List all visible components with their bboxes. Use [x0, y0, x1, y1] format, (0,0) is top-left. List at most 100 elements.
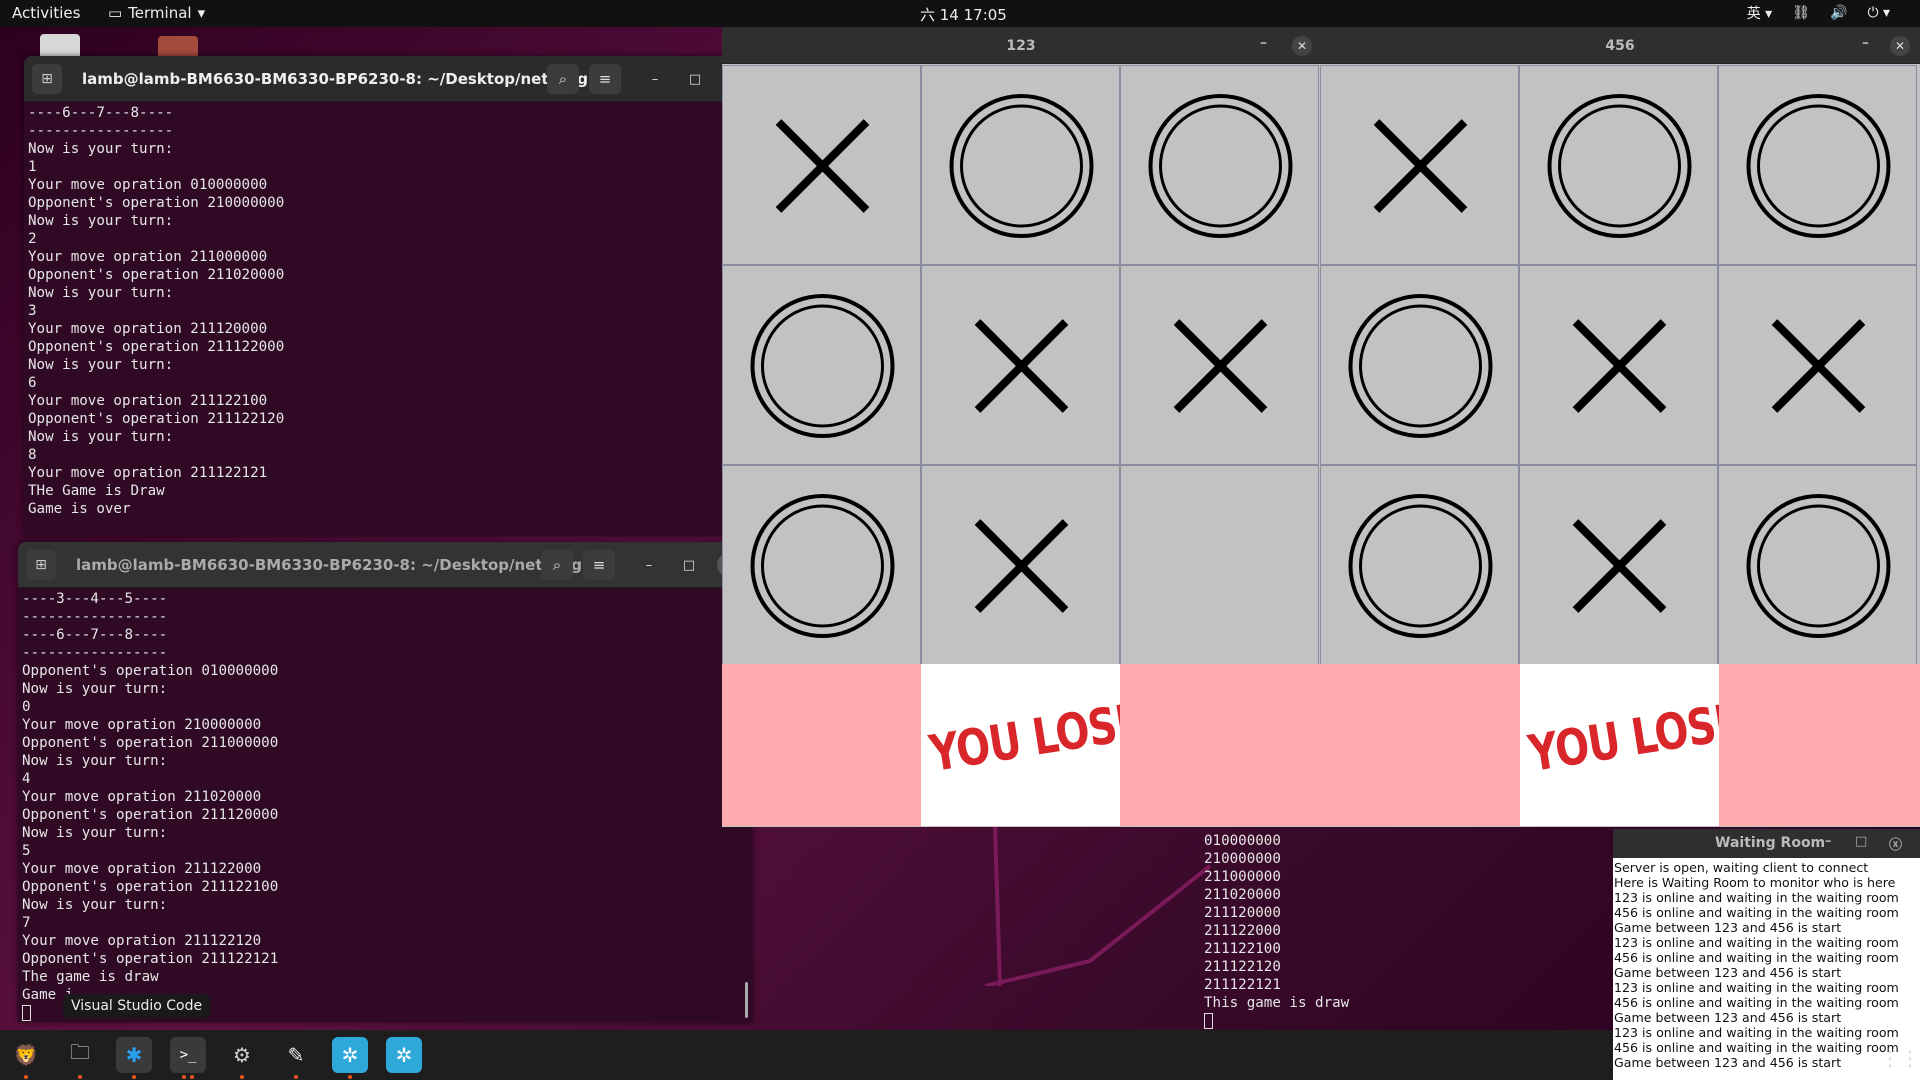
- you-lose-banner: YOU LOSE!: [1524, 690, 1719, 784]
- status-cell-left: [1320, 664, 1520, 826]
- board-cell-3[interactable]: [1320, 265, 1519, 465]
- game-window-123[interactable]: 123 – ✕ YOU LOSE!: [722, 27, 1320, 827]
- o-mark-icon: [1547, 94, 1692, 238]
- terminal-line: Opponent's operation 210000000: [28, 195, 285, 211]
- board-cell-1[interactable]: [1519, 65, 1718, 265]
- scrollbar[interactable]: [745, 982, 748, 1018]
- terminal-window-top[interactable]: ⊞ lamb@lamb-BM6630-BM6330-BP6230-8: ~/De…: [24, 56, 758, 536]
- log-line: Game between 123 and 456 is start: [1614, 920, 1842, 935]
- you-lose-banner: YOU LOSE!: [925, 690, 1120, 784]
- terminal-icon[interactable]: >_: [170, 1037, 206, 1079]
- app-menu[interactable]: ▭ Terminal ▾: [108, 4, 205, 22]
- board-cell-7[interactable]: [921, 465, 1120, 665]
- waiting-room-header: Waiting Room – □ ⓧ: [1613, 829, 1920, 858]
- terminal-line: ----6---7---8----: [28, 105, 174, 121]
- terminal-line: 5: [22, 843, 31, 859]
- x-mark-icon: [974, 319, 1069, 413]
- minimize-button[interactable]: –: [637, 553, 661, 577]
- brave-browser-icon[interactable]: 🦁: [8, 1037, 44, 1079]
- inkscape-icon[interactable]: ✎: [278, 1037, 314, 1079]
- log-line: 456 is online and waiting in the waiting…: [1614, 950, 1899, 965]
- terminal-line: The game is draw: [22, 969, 159, 985]
- minimize-button[interactable]: –: [1862, 35, 1869, 51]
- search-button[interactable]: ⌕: [541, 550, 573, 580]
- waiting-room-title: Waiting Room: [1715, 835, 1826, 851]
- close-button[interactable]: ✕: [1890, 36, 1910, 56]
- terminal-title: lamb@lamb-BM6630-BM6330-BP6230-8: ~/Desk…: [82, 70, 611, 88]
- maximize-button[interactable]: □: [683, 67, 707, 91]
- vscode-icon[interactable]: ✱: [116, 1037, 152, 1079]
- maximize-button[interactable]: □: [677, 553, 701, 577]
- board-cell-4[interactable]: [1519, 265, 1718, 465]
- close-button[interactable]: ⓧ: [1889, 834, 1902, 853]
- terminal-line: 0: [22, 699, 31, 715]
- game-window-header: 456 – ✕: [1320, 27, 1920, 64]
- game-window-456[interactable]: 456 – ✕ YOU LOSE!: [1320, 27, 1920, 827]
- terminal-line: Now is your turn:: [28, 357, 174, 373]
- board-cell-1[interactable]: [921, 65, 1120, 265]
- board-cell-6[interactable]: [722, 465, 921, 665]
- files-icon[interactable]: 🗀: [62, 1037, 98, 1079]
- close-icon: ✕: [1894, 39, 1906, 53]
- board-cell-8[interactable]: [1718, 465, 1917, 665]
- board-cell-5[interactable]: [1120, 265, 1319, 465]
- minimize-button[interactable]: –: [1825, 834, 1832, 849]
- terminal-line: 8: [28, 447, 37, 463]
- terminal-line: ----6---7---8----: [22, 627, 168, 643]
- terminal-line: Now is your turn:: [28, 213, 174, 229]
- result-cell: YOU LOSE!: [921, 664, 1120, 826]
- maximize-button[interactable]: □: [1855, 834, 1867, 849]
- terminal-output[interactable]: ----3---4---5---- ----------------- ----6-…: [18, 588, 752, 1021]
- server-line: 211122000: [1204, 923, 1281, 939]
- system-tray[interactable]: 英 ▾ ⛓ 🔊 ⏻ ▾: [1747, 3, 1890, 23]
- board-cell-8[interactable]: [1120, 465, 1319, 665]
- show-applications-icon[interactable]: ⋮⋮⋮: [1880, 1046, 1920, 1070]
- new-tab-button[interactable]: ⊞: [26, 550, 56, 580]
- terminal-line: -----------------: [22, 609, 168, 625]
- terminal-line: Now is your turn:: [22, 681, 168, 697]
- clock[interactable]: 六 14 17:05: [920, 4, 1007, 25]
- board-cell-3[interactable]: [722, 265, 921, 465]
- server-terminal-output[interactable]: 010000000 210000000 211000000 211020000 2111…: [1204, 832, 1604, 1032]
- board-cell-7[interactable]: [1519, 465, 1718, 665]
- terminal-line: Now is your turn:: [22, 825, 168, 841]
- new-tab-button[interactable]: ⊞: [32, 64, 62, 94]
- x-mark-icon: [775, 119, 870, 213]
- terminal-output[interactable]: ----6---7---8---- ----------------- Now is…: [24, 102, 758, 518]
- close-button[interactable]: ✕: [1292, 36, 1312, 56]
- terminal-line: -----------------: [22, 645, 168, 661]
- board-cell-5[interactable]: [1718, 265, 1917, 465]
- network-app-icon[interactable]: ✲: [332, 1037, 368, 1079]
- minimize-button[interactable]: –: [643, 67, 667, 91]
- settings-icon[interactable]: ⚙: [224, 1037, 260, 1079]
- volume-icon[interactable]: 🔊: [1830, 5, 1847, 21]
- board-cell-0[interactable]: [722, 65, 921, 265]
- terminal-icon: ▭: [108, 4, 123, 22]
- terminal-window-bottom[interactable]: ⊞ lamb@lamb-BM6630-BM6330-BP6230-8: ~/De…: [18, 542, 752, 1022]
- menu-button[interactable]: ≡: [583, 550, 615, 580]
- game-window-title: 123: [1006, 38, 1036, 54]
- terminal-line: 3: [28, 303, 37, 319]
- board-cell-2[interactable]: [1718, 65, 1917, 265]
- input-method-indicator[interactable]: 英 ▾: [1747, 3, 1772, 23]
- o-mark-icon: [1148, 94, 1293, 238]
- status-cell-left: [722, 664, 921, 826]
- terminal-line: Now is your turn:: [28, 285, 174, 301]
- network-app-icon[interactable]: ✲: [386, 1037, 422, 1073]
- board-cell-2[interactable]: [1120, 65, 1319, 265]
- terminal-line: Your move opration 211122100: [28, 393, 268, 409]
- power-icon[interactable]: ⏻ ▾: [1867, 5, 1890, 21]
- board-cell-6[interactable]: [1320, 465, 1519, 665]
- board-cell-0[interactable]: [1320, 65, 1519, 265]
- new-tab-icon: ⊞: [41, 71, 53, 87]
- board-cell-4[interactable]: [921, 265, 1120, 465]
- waiting-room-window[interactable]: Waiting Room – □ ⓧ Server is open, waiti…: [1613, 829, 1920, 1080]
- status-cell-right: [1719, 664, 1920, 826]
- status-cell-right: [1120, 664, 1320, 826]
- search-icon: ⌕: [552, 556, 562, 574]
- menu-button[interactable]: ≡: [589, 64, 621, 94]
- minimize-button[interactable]: –: [1260, 35, 1267, 51]
- activities-button[interactable]: Activities: [12, 4, 80, 22]
- network-icon[interactable]: ⛓: [1792, 5, 1810, 21]
- search-button[interactable]: ⌕: [547, 64, 579, 94]
